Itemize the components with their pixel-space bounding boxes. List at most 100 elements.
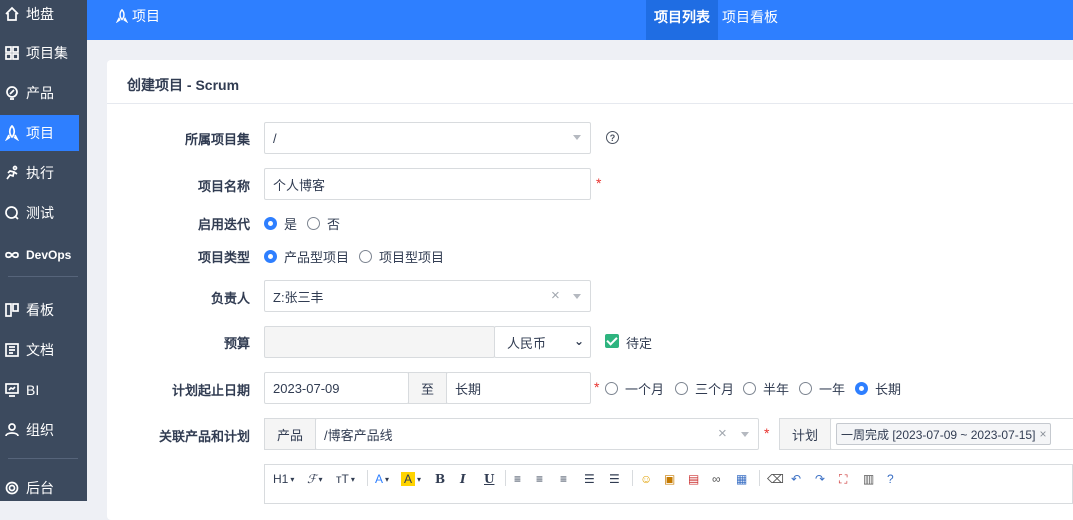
fullscreen-icon[interactable]: ⛶: [839, 469, 847, 489]
chevron-down-icon: [573, 135, 581, 140]
code-icon[interactable]: ▤: [688, 469, 699, 489]
emoji-icon[interactable]: ☺: [640, 469, 652, 489]
infinity-icon: [4, 247, 20, 263]
currency-select[interactable]: 人民币 ⌄: [494, 326, 591, 358]
eraser-icon[interactable]: ⌫: [767, 469, 784, 489]
module-title[interactable]: 项目: [115, 6, 160, 26]
toolbar-separator: [367, 470, 368, 486]
end-date-input[interactable]: 长期: [446, 372, 591, 404]
budget-input[interactable]: [264, 326, 495, 358]
rocket-icon: [4, 125, 20, 141]
sidebar-item-kanban[interactable]: 看板: [0, 292, 79, 328]
sidebar-item-bi[interactable]: BI: [0, 372, 79, 408]
bold-button[interactable]: B: [435, 469, 445, 489]
duration-6m-radio[interactable]: 半年: [743, 379, 789, 398]
redo-icon[interactable]: ↷: [815, 469, 825, 489]
align-right-icon[interactable]: ≡: [560, 469, 567, 489]
sidebar-item-devops[interactable]: DevOps: [0, 237, 79, 273]
top-navbar: 项目 项目列表 项目看板: [87, 0, 1073, 40]
radio-dot: [264, 250, 277, 263]
duration-3m-radio[interactable]: 三个月: [675, 379, 734, 398]
plan-chip[interactable]: 一周完成 [2023-07-09 ~ 2023-07-15] ×: [836, 423, 1052, 445]
font-color-button[interactable]: A ▾: [375, 469, 389, 489]
chevron-down-icon: [573, 294, 581, 299]
sidebar-item-doc[interactable]: 文档: [0, 332, 79, 368]
chevron-down-icon: ⌄: [573, 334, 584, 348]
help-icon[interactable]: ?: [887, 469, 894, 489]
dates-label: 计划起止日期: [171, 383, 250, 398]
background-color-button[interactable]: A ▾: [401, 469, 421, 489]
table-icon[interactable]: ▦: [736, 469, 747, 489]
required-mark: *: [764, 425, 770, 441]
tab-project-kanban[interactable]: 项目看板: [714, 0, 786, 40]
bulb-icon: [4, 85, 20, 101]
pending-checkbox[interactable]: [605, 334, 619, 348]
rocket-icon: [115, 9, 129, 23]
user-icon: [4, 422, 20, 438]
sidebar-item-product[interactable]: 产品: [0, 75, 79, 111]
clear-icon[interactable]: ×: [718, 425, 727, 442]
image-icon[interactable]: ▣: [664, 469, 675, 489]
undo-icon[interactable]: ↶: [791, 469, 801, 489]
project-name-input[interactable]: 个人博客: [264, 168, 591, 200]
radio-dot: [675, 382, 688, 395]
radio-dot: [605, 382, 618, 395]
align-center-icon[interactable]: ≡: [536, 469, 543, 489]
link-icon[interactable]: ∞: [712, 469, 721, 489]
heading-button[interactable]: H1 ▾: [273, 469, 294, 489]
sidebar-item-org[interactable]: 组织: [0, 412, 79, 448]
monitor-icon: [4, 382, 20, 398]
name-label: 项目名称: [197, 179, 250, 194]
font-family-button[interactable]: ℱ ▾: [307, 469, 322, 489]
radio-dot: [359, 250, 372, 263]
owner-label: 负责人: [210, 291, 250, 306]
ordered-list-icon[interactable]: ☰: [584, 469, 595, 489]
products-label: 关联产品和计划: [158, 429, 250, 444]
duration-1y-radio[interactable]: 一年: [799, 379, 845, 398]
chevron-down-icon: [741, 432, 749, 437]
sidebar-divider: [8, 458, 78, 459]
radio-dot: [264, 217, 277, 230]
chevron-down-icon: ▾: [290, 474, 295, 484]
test-icon: [4, 205, 20, 221]
sidebar-item-dashboard[interactable]: 地盘: [0, 0, 79, 32]
type-product-radio[interactable]: 产品型项目: [264, 247, 349, 266]
sidebar: 地盘 项目集 产品 项目 执行 测试 DevOps 看板 文档 BI 组织 后台: [0, 0, 87, 501]
date-separator: 至: [408, 372, 447, 404]
begin-date-input[interactable]: 2023-07-09: [264, 372, 409, 404]
clear-icon[interactable]: ×: [551, 287, 560, 304]
board-icon: [4, 302, 20, 318]
program-select[interactable]: /: [264, 122, 591, 154]
sidebar-item-execution[interactable]: 执行: [0, 155, 79, 191]
iteration-yes-radio[interactable]: 是: [264, 214, 297, 233]
gear-icon: [4, 480, 20, 496]
italic-button[interactable]: I: [460, 469, 466, 489]
toolbar-separator: [759, 470, 760, 486]
sidebar-divider: [8, 276, 78, 277]
editor-toolbar: H1 ▾ ℱ ▾ тT ▾ A ▾ A ▾ B I U ≡ ≡ ≡ ☰ ☰ ☺ ▣ ▤ ∞…: [264, 464, 1073, 504]
iteration-no-radio[interactable]: 否: [307, 214, 340, 233]
template-icon[interactable]: ▥: [863, 469, 874, 489]
doc-icon: [4, 342, 20, 358]
font-size-button[interactable]: тT ▾: [336, 469, 355, 489]
page-title: 创建项目 - Scrum: [107, 60, 1073, 104]
sidebar-item-program[interactable]: 项目集: [0, 35, 79, 71]
tab-project-list[interactable]: 项目列表: [646, 0, 718, 40]
radio-dot: [799, 382, 812, 395]
sidebar-item-test[interactable]: 测试: [0, 195, 79, 231]
chevron-down-icon: ▾: [318, 474, 323, 484]
underline-button[interactable]: U: [484, 469, 494, 489]
owner-select[interactable]: Z:张三丰: [264, 280, 591, 312]
plan-addon: 计划: [779, 418, 831, 450]
radio-dot: [855, 382, 868, 395]
help-icon[interactable]: ?: [606, 131, 619, 144]
product-select[interactable]: /博客产品线: [315, 418, 759, 450]
program-label: 所属项目集: [184, 132, 250, 147]
duration-1m-radio[interactable]: 一个月: [605, 379, 664, 398]
type-project-radio[interactable]: 项目型项目: [359, 247, 444, 266]
duration-longterm-radio[interactable]: 长期: [855, 379, 901, 398]
sidebar-item-project[interactable]: 项目: [0, 115, 79, 151]
align-left-icon[interactable]: ≡: [514, 469, 521, 489]
unordered-list-icon[interactable]: ☰: [609, 469, 620, 489]
close-icon[interactable]: ×: [1039, 427, 1046, 441]
